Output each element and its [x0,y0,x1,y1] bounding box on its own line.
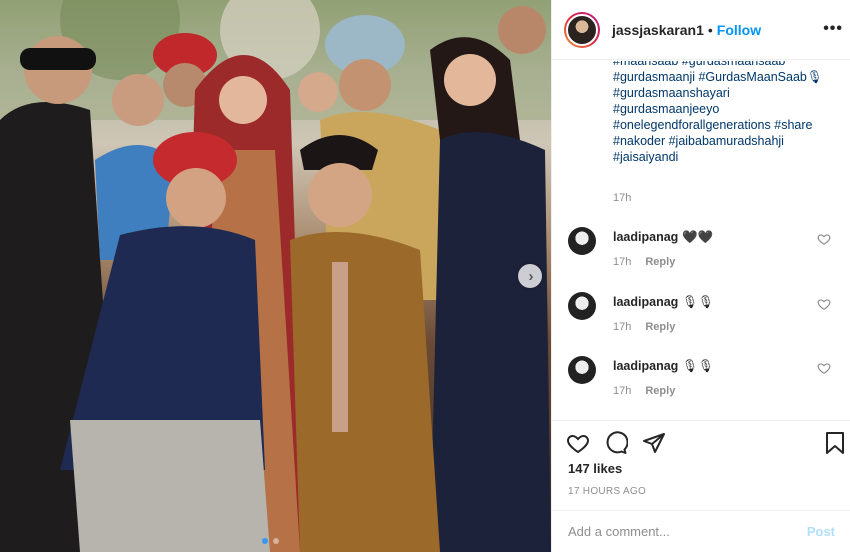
user-avatar[interactable] [564,11,600,48]
comments-list[interactable]: #maansaab #gurdasmaansaab #gurdasmaanji … [552,61,850,419]
comment-item: laadipanag 🖤🖤 17h Reply [552,227,850,287]
caption-line[interactable]: #nakoder #jaibabamuradshahji [613,133,843,149]
comment-username[interactable]: laadipanag [613,295,678,309]
reply-button[interactable]: Reply [645,385,675,397]
carousel-next-button[interactable]: › [518,264,542,288]
comment-bubble-icon[interactable] [604,431,628,455]
comment-input[interactable] [568,524,807,539]
add-comment-form: Post [552,510,850,552]
reply-button[interactable]: Reply [645,256,675,268]
post-comment-button[interactable]: Post [807,524,835,539]
post-caption: #maansaab #gurdasmaansaab #gurdasmaanji … [613,61,843,165]
bookmark-icon[interactable] [824,431,846,455]
comment-text: 🎙🎙 [682,295,715,309]
wedding-group-photo [0,0,551,552]
more-options-icon[interactable]: ••• [823,20,843,38]
caption-time: 17h [613,192,632,204]
comment-item: laadipanag 🎙🎙 17h Reply [552,292,850,352]
comment-username[interactable]: laadipanag [613,230,678,244]
post-header: jassjaskaran1 • Follow ••• [552,0,850,60]
carousel-dot-active [262,538,268,544]
caption-line[interactable]: #gurdasmaanshayari [613,85,843,101]
caption-line[interactable]: #maansaab #gurdasmaansaab [613,61,843,69]
post-side-panel: jassjaskaran1 • Follow ••• #maansaab #gu… [551,0,850,552]
comment-avatar[interactable] [568,356,596,384]
comment-text: 🖤🖤 [682,230,714,244]
comment-time: 17h [613,321,632,333]
carousel-dots [262,538,279,544]
caption-line[interactable]: #gurdasmaanjeeyo [613,101,843,117]
comment-avatar[interactable] [568,292,596,320]
post-photo[interactable]: › [0,0,551,552]
post-actions-bar [552,420,850,460]
paper-plane-icon[interactable] [642,431,666,455]
comment-like-heart-icon[interactable] [817,361,831,375]
comment-text: 🎙🎙 [682,359,715,373]
comment-item: laadipanag 🎙🎙 17h Reply [552,356,850,416]
follow-button[interactable]: Follow [717,22,761,38]
comment-like-heart-icon[interactable] [817,297,831,311]
likes-count[interactable]: 147 likes [568,461,622,476]
carousel-dot [273,538,279,544]
post-timestamp: 17 HOURS AGO [568,486,647,497]
comment-avatar[interactable] [568,227,596,255]
comment-like-heart-icon[interactable] [817,232,831,246]
caption-line[interactable]: #jaisaiyandi [613,149,843,165]
comment-time: 17h [613,256,632,268]
caption-line[interactable]: #onelegendforallgenerations #share [613,117,843,133]
reply-button[interactable]: Reply [645,321,675,333]
caption-line[interactable]: #gurdasmaanji #GurdasMaanSaab🎙 [613,69,843,85]
comment-time: 17h [613,385,632,397]
header-separator: • [707,21,713,38]
chevron-right-icon: › [528,267,534,285]
heart-icon[interactable] [566,431,590,455]
comment-username[interactable]: laadipanag [613,359,678,373]
header-username[interactable]: jassjaskaran1 [612,22,704,38]
